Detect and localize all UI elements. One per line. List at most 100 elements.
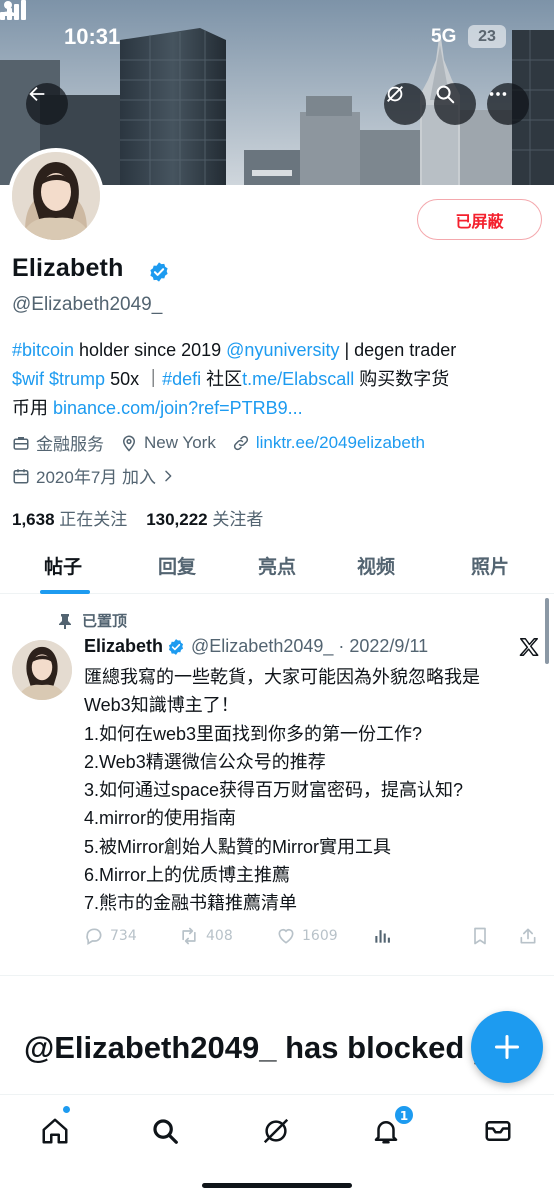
tweet-line: 7.熊市的金融书籍推薦清单 [84, 893, 298, 914]
following-count: 1,638 [12, 510, 55, 529]
search-icon [436, 85, 455, 104]
search-button[interactable] [434, 83, 476, 125]
views-button[interactable] [372, 926, 398, 946]
nav-grok[interactable] [254, 1109, 298, 1153]
bio-line-2: $wif $trump 50x ｜#defi 社区t.me/Elabscall … [12, 365, 544, 394]
profile-meta: 金融服务 New York linktr.ee/2049elizabeth [12, 430, 441, 455]
grok-icon [263, 1118, 289, 1144]
tab-highlights[interactable]: 亮点 [258, 552, 296, 579]
joined-row: 2020年7月 加入 [12, 463, 198, 488]
tab-photos[interactable]: 照片 [471, 552, 509, 579]
nav-messages[interactable] [476, 1109, 520, 1153]
share-icon [520, 928, 536, 944]
briefcase-icon [13, 436, 29, 450]
tweet-line: 匯總我寫的一些乾貨，大家可能因為外貌忽略我是 [84, 667, 480, 687]
blocked-button[interactable]: 已屏蔽 [417, 199, 542, 240]
nav-search[interactable] [143, 1109, 187, 1153]
avatar-image [12, 152, 100, 240]
category-label: 金融服务 [36, 435, 104, 454]
blocked-message: @Elizabeth2049_ has blocked you [24, 1030, 494, 1065]
home-icon [42, 1118, 68, 1144]
cashtag-link[interactable]: $wif [12, 369, 44, 389]
category-item: 金融服务 [12, 430, 104, 455]
x-logo-icon [519, 638, 539, 656]
telegram-link[interactable]: t.me/Elabscall [242, 369, 354, 389]
tweet-header: Elizabeth @Elizabeth2049_ · 2022/9/11 [84, 636, 428, 657]
reply-button[interactable]: 734 [84, 926, 137, 946]
scrollbar[interactable] [545, 598, 549, 664]
bio-text: | degen trader [339, 340, 457, 360]
compose-button[interactable] [471, 1011, 543, 1083]
website-item[interactable]: linktr.ee/2049elizabeth [232, 433, 425, 453]
status-bar: 10:31 5G 23 [0, 0, 554, 76]
tab-videos[interactable]: 视频 [357, 552, 395, 579]
grok-button[interactable] [384, 83, 426, 125]
bookmark-icon [474, 927, 486, 945]
binance-link[interactable]: binance.com/join?ref=PTRB9... [53, 398, 303, 418]
followers-label: 关注者 [212, 510, 264, 529]
chevron-right-icon[interactable] [160, 468, 176, 484]
verified-icon [150, 262, 168, 282]
profile-tabs: 帖子 回复 亮点 视频 照片 [0, 540, 554, 594]
cashtag-link[interactable]: $trump [49, 369, 105, 389]
follow-stats: 1,638 正在关注 130,222 关注者 [12, 505, 263, 530]
followers-stat[interactable]: 130,222 关注者 [146, 510, 263, 529]
profile-handle: @Elizabeth2049_ [12, 294, 163, 315]
signal-icon [0, 0, 26, 20]
hashtag-link[interactable]: #defi [162, 369, 201, 389]
mail-icon [485, 1121, 511, 1141]
tweet-actions: 734 408 1609 [84, 926, 544, 954]
mention-link[interactable]: @nyuniversity [226, 340, 339, 360]
location-icon [122, 435, 136, 452]
grok-icon [387, 86, 403, 102]
bio-text: 50x ｜ [105, 369, 163, 389]
like-button[interactable]: 1609 [276, 926, 338, 946]
back-button[interactable] [26, 83, 68, 125]
share-button[interactable] [518, 926, 544, 946]
tweet-line: 1.如何在web3里面找到你多的第一份工作? [84, 723, 423, 744]
avatar-image [12, 640, 72, 700]
link-icon [233, 435, 248, 450]
tab-posts[interactable]: 帖子 [44, 552, 82, 579]
tweet-author-name[interactable]: Elizabeth [84, 636, 163, 657]
tweet-line: 6.Mirror上的优质博主推薦 [84, 865, 290, 886]
location-item: New York [120, 433, 216, 453]
tab-replies[interactable]: 回复 [158, 552, 196, 579]
reply-icon [86, 928, 102, 945]
bio-text: holder since 2019 [74, 340, 227, 360]
notifications-badge: 1 [394, 1105, 414, 1125]
bookmark-button[interactable] [470, 926, 496, 946]
section-divider [0, 975, 554, 976]
following-label: 正在关注 [59, 510, 128, 529]
bio-text: 币用 [12, 398, 54, 418]
tweet-avatar[interactable] [12, 640, 72, 700]
location-label: New York [144, 432, 216, 452]
bio-line-3: 币用 binance.com/join?ref=PTRB9... [12, 394, 544, 423]
tweet-line: 2.Web3精選微信公众号的推荐 [84, 751, 326, 772]
nav-home[interactable] [33, 1109, 77, 1153]
following-stat[interactable]: 1,638 正在关注 [12, 510, 127, 529]
verified-icon [168, 638, 184, 655]
pinned-indicator: 已置顶 [58, 610, 127, 631]
calendar-icon [13, 468, 29, 483]
active-tab-indicator [40, 590, 90, 594]
joined-label: 2020年7月 加入 [36, 468, 156, 487]
like-count: 1609 [302, 928, 338, 944]
status-time: 10:31 [64, 24, 121, 49]
profile-avatar[interactable] [8, 148, 104, 244]
views-icon [375, 930, 390, 943]
battery-level: 23 [468, 25, 506, 48]
retweet-icon [182, 927, 196, 945]
website-link[interactable]: linktr.ee/2049elizabeth [256, 433, 425, 453]
reply-count: 734 [110, 928, 137, 944]
hashtag-link[interactable]: #bitcoin [12, 340, 74, 360]
home-notification-dot [62, 1105, 71, 1114]
retweet-button[interactable]: 408 [178, 926, 233, 946]
network-type: 5G [431, 26, 457, 47]
tweet-body: 匯總我寫的一些乾貨，大家可能因為外貌忽略我是 Web3知識博主了！ 1.如何在w… [84, 663, 544, 918]
like-icon [278, 928, 294, 944]
more-button[interactable] [487, 83, 529, 125]
retweet-count: 408 [206, 928, 233, 944]
bio-text: 社区 [201, 369, 243, 389]
more-icon [489, 92, 507, 96]
